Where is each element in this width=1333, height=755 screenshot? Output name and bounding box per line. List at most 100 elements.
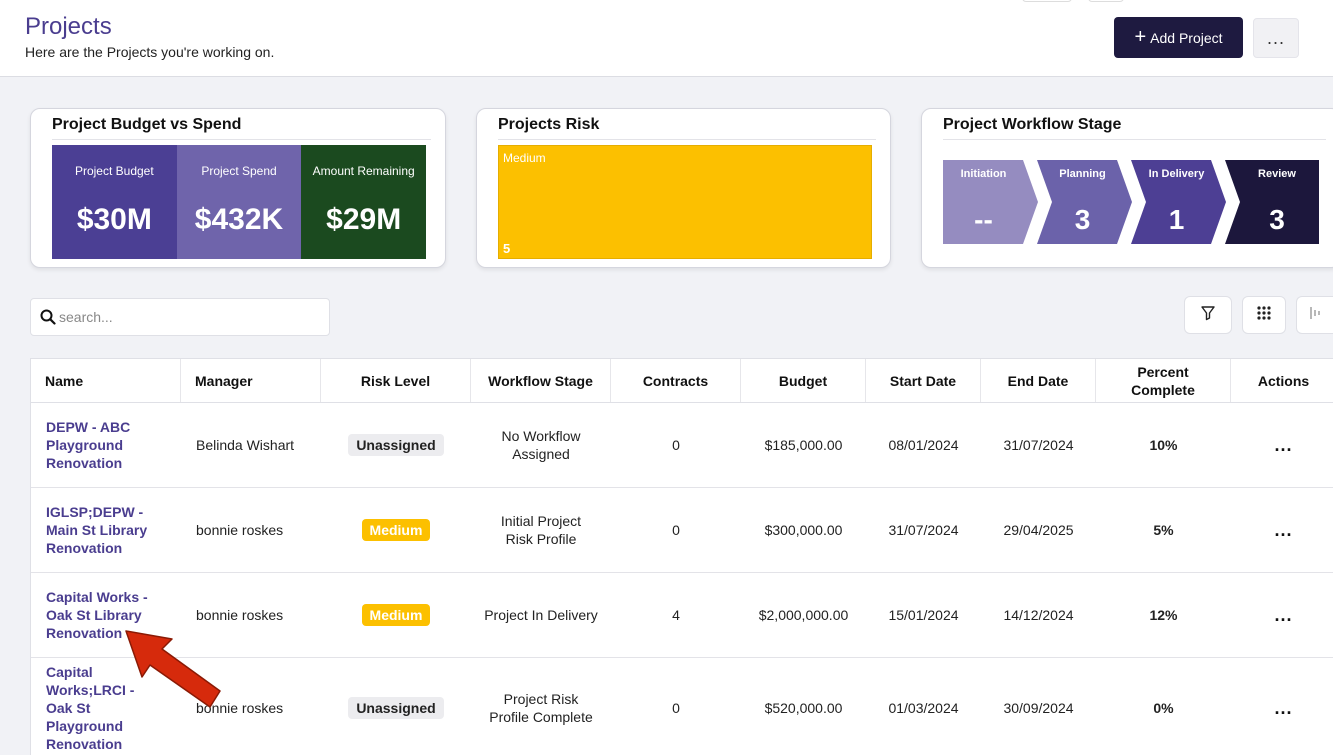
grid-dots-icon [1256, 305, 1272, 326]
add-project-label: Add Project [1150, 29, 1223, 46]
actions-cell: ... [1231, 573, 1333, 657]
top-cutoff-avatar[interactable] [1088, 0, 1124, 2]
page-title: Projects [25, 13, 112, 40]
card-divider [498, 139, 876, 140]
column-header-contracts[interactable]: Contracts [611, 359, 741, 402]
grid-view-button[interactable] [1242, 296, 1286, 334]
risk-cell: Unassigned [321, 658, 471, 755]
percent-complete-cell: 12% [1149, 607, 1178, 623]
column-header-name[interactable]: Name [31, 359, 181, 402]
add-project-button[interactable]: + Add Project [1114, 17, 1243, 58]
end-date-cell: 29/04/2025 [1003, 522, 1074, 538]
risk-cell: Medium [321, 573, 471, 657]
step-value: 3 [1269, 204, 1285, 235]
tile-label: Project Spend [201, 164, 277, 178]
step-value: 3 [1074, 204, 1091, 235]
start-date-cell: 01/03/2024 [888, 699, 959, 716]
risk-cell: Medium [321, 488, 471, 572]
budget-cell: $2,000,000.00 [758, 607, 849, 623]
ellipsis-icon: ... [1266, 27, 1285, 48]
percent-complete-cell: 0% [1153, 699, 1174, 716]
workflow-stage-cell: Project In Delivery [484, 607, 598, 623]
project-name-link[interactable]: DEPW - ABC Playground Renovation [31, 403, 181, 487]
workflow-step-planning[interactable]: Planning 3 [1037, 160, 1132, 244]
step-label: In Delivery [1148, 168, 1205, 180]
step-label: Review [1258, 168, 1296, 180]
workflow-stage-cell: No Workflow Assigned [501, 428, 581, 462]
table-row: DEPW - ABC Playground Renovation Belinda… [31, 403, 1333, 488]
start-date-cell: 15/01/2024 [888, 607, 959, 623]
budget-vs-spend-card: Project Budget vs Spend Project Budget $… [30, 108, 446, 268]
budget-cell: $185,000.00 [764, 437, 843, 453]
workflow-stage-cell: Project Risk Profile Complete [489, 690, 593, 725]
workflow-step-review[interactable]: Review 3 [1225, 160, 1319, 244]
columns-button[interactable] [1296, 296, 1333, 334]
risk-cell: Unassigned [321, 403, 471, 487]
manager-cell: Belinda Wishart [196, 437, 295, 453]
search-box [30, 298, 330, 336]
contracts-cell: 0 [672, 699, 680, 716]
tile-value: $29M [326, 203, 402, 236]
row-actions-icon[interactable]: ... [1274, 699, 1292, 717]
end-date-cell: 31/07/2024 [1003, 437, 1074, 453]
risk-badge: Unassigned [348, 696, 444, 719]
column-header-actions: Actions [1257, 372, 1310, 389]
contracts-cell: 0 [672, 437, 680, 453]
step-value: 1 [1168, 204, 1185, 235]
risk-block-label: Medium [503, 151, 546, 165]
project-budget-tile[interactable]: Project Budget $30M [52, 145, 177, 259]
card-title: Projects Risk [498, 116, 600, 133]
plus-icon: + [1134, 25, 1147, 48]
workflow-steps: Initiation -- Planning 3 In Delivery 1 R… [943, 160, 1319, 244]
actions-cell: ... [1231, 488, 1333, 572]
risk-block-count: 5 [503, 241, 511, 256]
search-icon [40, 309, 56, 330]
column-header-percent-complete[interactable]: Percent Complete [1096, 359, 1231, 402]
workflow-step-initiation[interactable]: Initiation -- [943, 160, 1038, 244]
page-header: Projects Here are the Projects you're wo… [0, 0, 1333, 77]
red-arrow-annotation [125, 630, 221, 708]
top-cutoff-control[interactable] [1022, 0, 1072, 2]
amount-remaining-tile[interactable]: Amount Remaining $29M [301, 145, 427, 259]
page-subtitle: Here are the Projects you're working on. [25, 44, 275, 60]
project-spend-tile[interactable]: Project Spend $432K [176, 145, 302, 259]
column-header-budget[interactable]: Budget [741, 359, 866, 402]
filter-icon [1200, 305, 1216, 326]
step-label: Initiation [960, 168, 1007, 180]
actions-cell: ... [1231, 403, 1333, 487]
risk-badge: Medium [361, 604, 431, 626]
manager-cell: bonnie roskes [196, 522, 284, 538]
row-actions-icon[interactable]: ... [1274, 606, 1292, 624]
card-title: Project Workflow Stage [943, 116, 1122, 133]
card-divider [943, 139, 1326, 140]
contracts-cell: 0 [672, 522, 680, 538]
tile-value: $30M [76, 203, 152, 236]
column-header-end-date[interactable]: End Date [981, 359, 1096, 402]
row-actions-icon[interactable]: ... [1274, 521, 1292, 539]
start-date-cell: 31/07/2024 [888, 522, 959, 538]
more-options-button[interactable]: ... [1253, 18, 1299, 58]
columns-icon [1308, 306, 1322, 325]
end-date-cell: 14/12/2024 [1003, 607, 1074, 623]
workflow-step-in-delivery[interactable]: In Delivery 1 [1131, 160, 1226, 244]
card-title: Project Budget vs Spend [52, 116, 242, 133]
table-header: Name Manager Risk Level Workflow Stage C… [31, 359, 1333, 403]
risk-badge: Unassigned [348, 434, 444, 456]
step-label: Planning [1059, 168, 1106, 180]
row-actions-icon[interactable]: ... [1274, 436, 1292, 454]
column-header-manager[interactable]: Manager [181, 359, 321, 402]
workflow-stage-cell: Initial Project Risk Profile [500, 513, 582, 547]
search-input[interactable] [59, 307, 319, 327]
table-row: IGLSP;DEPW - Main St Library Renovation … [31, 488, 1333, 573]
filter-button[interactable] [1184, 296, 1232, 334]
workflow-stage-card: Project Workflow Stage Initiation -- Pla… [921, 108, 1333, 268]
column-header-workflow-stage[interactable]: Workflow Stage [471, 359, 611, 402]
tile-label: Amount Remaining [312, 164, 415, 178]
card-divider [52, 139, 431, 140]
risk-medium-block[interactable]: Medium 5 [498, 145, 872, 259]
actions-cell: ... [1231, 658, 1333, 755]
column-header-risk-level[interactable]: Risk Level [321, 359, 471, 402]
project-name-link[interactable]: IGLSP;DEPW - Main St Library Renovation [31, 488, 181, 572]
column-header-start-date[interactable]: Start Date [866, 359, 981, 402]
step-value: -- [974, 204, 993, 235]
